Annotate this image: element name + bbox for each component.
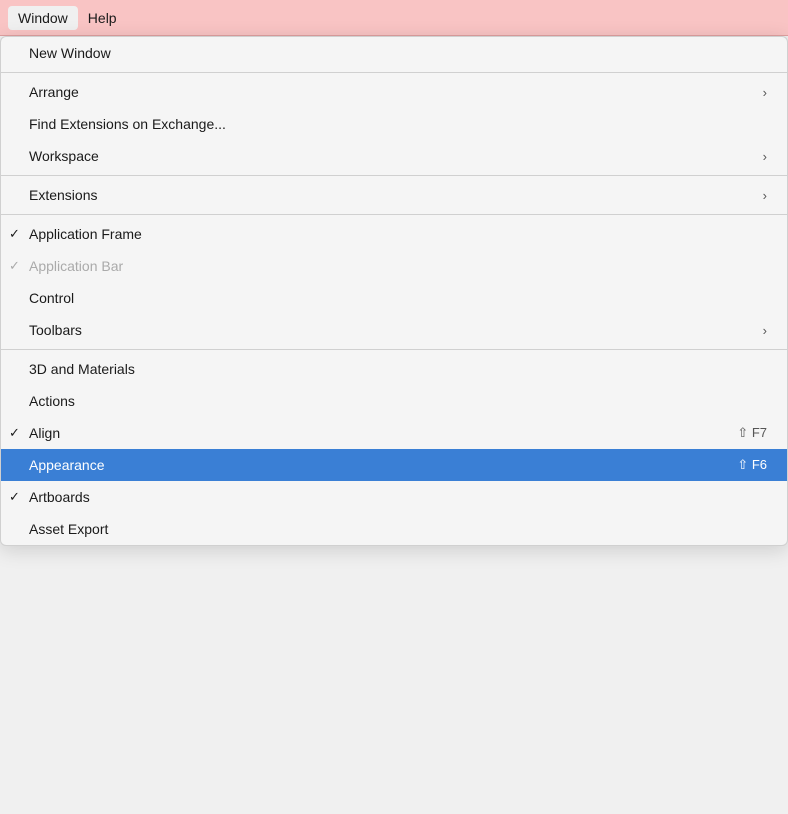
menu-item-artboards[interactable]: ✓ Artboards bbox=[1, 481, 787, 513]
menu-item-align[interactable]: ✓ Align ⇧ F7 bbox=[1, 417, 787, 449]
menu-item-arrange[interactable]: Arrange › bbox=[1, 76, 787, 108]
window-dropdown-menu: New Window Arrange › Find Extensions on Exc… bbox=[0, 36, 788, 546]
menu-item-label: Arrange bbox=[29, 84, 79, 100]
menu-item-label: 3D and Materials bbox=[29, 361, 135, 377]
menu-item-actions[interactable]: Actions bbox=[1, 385, 787, 417]
checkmark-icon: ✓ bbox=[9, 425, 20, 441]
menu-bar-help[interactable]: Help bbox=[78, 6, 127, 30]
menu-item-toolbars[interactable]: Toolbars › bbox=[1, 314, 787, 346]
menu-item-find-extensions[interactable]: Find Extensions on Exchange... bbox=[1, 108, 787, 140]
menu-divider bbox=[1, 175, 787, 176]
menu-item-label: New Window bbox=[29, 45, 111, 61]
menu-item-asset-export[interactable]: Asset Export bbox=[1, 513, 787, 545]
menu-item-control[interactable]: Control bbox=[1, 282, 787, 314]
checkmark-icon: ✓ bbox=[9, 489, 20, 505]
menu-item-label: Application Bar bbox=[29, 258, 123, 274]
menu-bar-window[interactable]: Window bbox=[8, 6, 78, 30]
menu-item-application-frame[interactable]: ✓ Application Frame bbox=[1, 218, 787, 250]
menu-divider bbox=[1, 72, 787, 73]
menu-item-workspace[interactable]: Workspace › bbox=[1, 140, 787, 172]
menu-item-label: Toolbars bbox=[29, 322, 82, 338]
submenu-arrow-icon: › bbox=[763, 188, 767, 203]
menu-item-new-window[interactable]: New Window bbox=[1, 37, 787, 69]
menu-divider bbox=[1, 349, 787, 350]
menu-bar: Window Help bbox=[0, 0, 788, 36]
menu-item-label: Find Extensions on Exchange... bbox=[29, 116, 226, 132]
menu-item-label: Asset Export bbox=[29, 521, 108, 537]
menu-item-extensions[interactable]: Extensions › bbox=[1, 179, 787, 211]
keyboard-shortcut: ⇧ F6 bbox=[737, 457, 767, 473]
menu-item-3d-materials[interactable]: 3D and Materials bbox=[1, 353, 787, 385]
menu-item-application-bar: ✓ Application Bar bbox=[1, 250, 787, 282]
menu-item-label: Extensions bbox=[29, 187, 97, 203]
keyboard-shortcut: ⇧ F7 bbox=[737, 425, 767, 441]
menu-item-label: Appearance bbox=[29, 457, 105, 473]
menu-item-appearance[interactable]: Appearance ⇧ F6 bbox=[1, 449, 787, 481]
menu-divider bbox=[1, 214, 787, 215]
menu-item-label: Control bbox=[29, 290, 74, 306]
submenu-arrow-icon: › bbox=[763, 149, 767, 164]
checkmark-icon: ✓ bbox=[9, 258, 20, 274]
checkmark-icon: ✓ bbox=[9, 226, 20, 242]
submenu-arrow-icon: › bbox=[763, 85, 767, 100]
menu-item-label: Align bbox=[29, 425, 60, 441]
menu-item-label: Artboards bbox=[29, 489, 90, 505]
submenu-arrow-icon: › bbox=[763, 323, 767, 338]
menu-item-label: Actions bbox=[29, 393, 75, 409]
menu-item-label: Application Frame bbox=[29, 226, 142, 242]
menu-item-label: Workspace bbox=[29, 148, 99, 164]
